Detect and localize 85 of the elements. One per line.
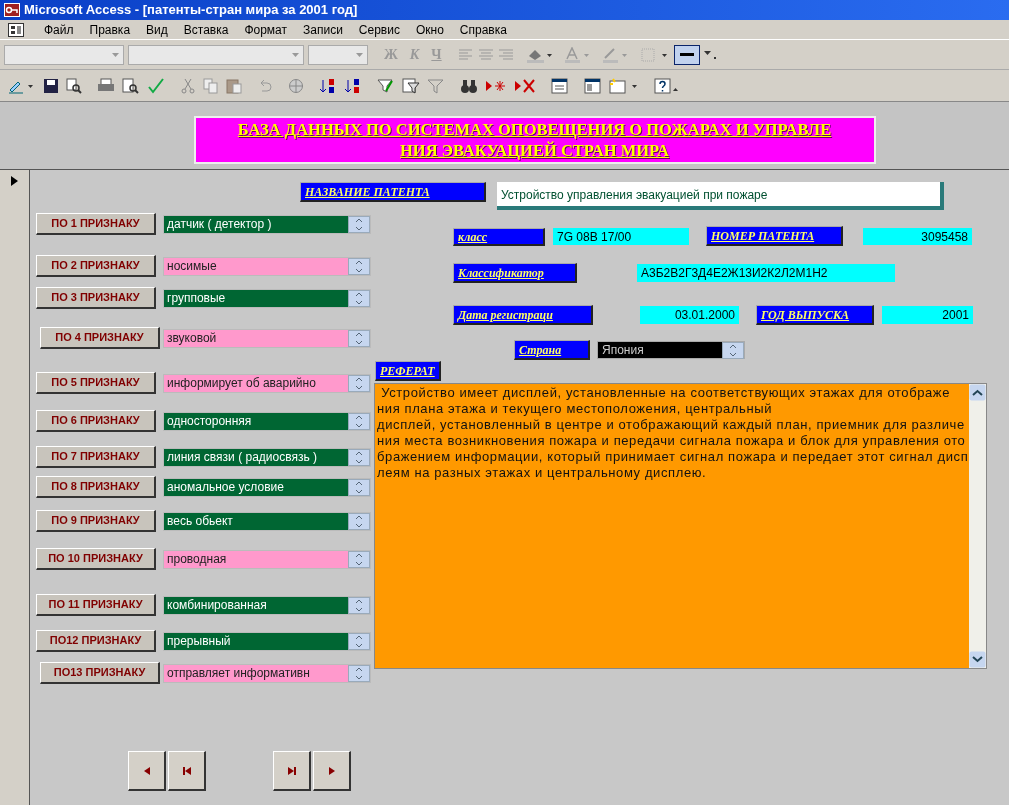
criterion-dropdown[interactable]: датчик ( детектор ) bbox=[163, 215, 371, 234]
field-label: Классификатор bbox=[453, 263, 577, 283]
criterion-dropdown[interactable]: прерывный bbox=[163, 632, 371, 651]
criterion-dropdown[interactable]: весь обьект bbox=[163, 512, 371, 531]
field-label: РЕФЕРАТ bbox=[375, 361, 441, 381]
menu-item[interactable]: Вставка bbox=[175, 20, 237, 39]
class-field[interactable]: 7G 08B 17/00 bbox=[553, 228, 689, 245]
scroll-up-icon[interactable] bbox=[969, 384, 986, 401]
line-style-button[interactable] bbox=[673, 44, 700, 65]
form-title: БАЗА ДАННЫХ ПО СИСТЕМАХ ОПОВЕЩЕНИЯ О ПОЖАРАХ И УПРАВЛЕ НИЯ ЭВАКУАЦИЕЙ СТРАН МИРА bbox=[193, 116, 876, 164]
sort-descending-icon[interactable] bbox=[344, 77, 362, 94]
patent-name-field[interactable]: Устройство управления эвакуацией при пожаре bbox=[497, 182, 944, 210]
criterion-dropdown[interactable]: звуковой bbox=[163, 329, 371, 348]
criterion-button[interactable]: ПО 9 ПРИЗНАКУ bbox=[36, 510, 156, 532]
filter-icon[interactable] bbox=[427, 77, 445, 94]
navigation-button[interactable] bbox=[313, 751, 351, 791]
navigation-button[interactable] bbox=[168, 751, 206, 791]
line-color-icon[interactable] bbox=[601, 46, 628, 63]
field-label: Страна bbox=[514, 340, 590, 360]
scrollbar[interactable] bbox=[969, 384, 986, 668]
classifier-field[interactable]: А3Б2В2Г3Д4Е2Ж13И2К2Л2М1Н2 bbox=[637, 264, 895, 282]
window-title: Microsoft Access - [патенты-стран мира за 2001 год] bbox=[24, 1, 358, 20]
menu-item[interactable]: Вид bbox=[138, 20, 176, 39]
criterion-button[interactable]: ПО13 ПРИЗНАКУ bbox=[40, 662, 160, 684]
criterion-dropdown[interactable]: носимые bbox=[163, 257, 371, 276]
criterion-button[interactable]: ПО 5 ПРИЗНАКУ bbox=[36, 372, 156, 394]
criterion-button[interactable]: ПО 8 ПРИЗНАКУ bbox=[36, 476, 156, 498]
criterion-dropdown[interactable]: односторонняя bbox=[163, 412, 371, 431]
field-label: класс bbox=[453, 228, 545, 246]
form-icon[interactable] bbox=[8, 22, 24, 37]
criterion-dropdown[interactable]: групповые bbox=[163, 289, 371, 308]
help-icon[interactable] bbox=[654, 77, 680, 94]
menu-item[interactable]: Справка bbox=[451, 20, 515, 39]
criterion-button[interactable]: ПО 11 ПРИЗНАКУ bbox=[36, 594, 156, 616]
caret-icon[interactable] bbox=[703, 50, 718, 59]
field-label: НАЗВАНИЕ ПАТЕНТА bbox=[300, 182, 486, 202]
country-dropdown[interactable]: Япония bbox=[597, 341, 745, 359]
menu-item[interactable]: Правка bbox=[81, 20, 139, 39]
menu-item[interactable]: Файл bbox=[36, 20, 82, 39]
filter-by-form-icon[interactable] bbox=[402, 77, 420, 94]
abstract-field[interactable]: Устройство имеет дисплей, установленные на соответствующих этажах для отображе ния плана этажа и текущего местоположения, центральный дисплей, установленный в центре и отображающий каждый план, приемник для различе ния места возникновения пожара и передачи сигнала пожара и блок для управления ото бражением информации, который принимает сигнал пожара и передает этот сигнал дисп леям на разных этажах и центральному дисплею. bbox=[374, 383, 987, 669]
menu-item[interactable]: Сервис bbox=[350, 20, 408, 39]
print-icon[interactable] bbox=[97, 77, 115, 94]
scroll-down-icon[interactable] bbox=[969, 651, 986, 668]
criterion-button[interactable]: ПО 1 ПРИЗНАКУ bbox=[36, 213, 156, 235]
paste-icon[interactable] bbox=[226, 77, 242, 94]
criterion-dropdown[interactable]: аномальное условие bbox=[163, 478, 371, 497]
navigation-button[interactable] bbox=[273, 751, 311, 791]
menu-item[interactable]: Окно bbox=[407, 20, 452, 39]
save-icon[interactable] bbox=[43, 77, 59, 94]
binoculars-icon[interactable] bbox=[460, 77, 478, 94]
caret-icon bbox=[292, 52, 299, 57]
criterion-dropdown[interactable]: информирует об аварийно bbox=[163, 374, 371, 393]
registration-date-field[interactable]: 03.01.2000 bbox=[640, 306, 739, 324]
caret-icon bbox=[356, 52, 363, 57]
criterion-dropdown[interactable]: отправляет информативн bbox=[163, 664, 371, 683]
current-record-icon bbox=[11, 176, 18, 186]
menu-item[interactable]: Формат bbox=[236, 20, 296, 39]
field-label: Дата регистраци bbox=[453, 305, 593, 325]
filter-by-selection-icon[interactable] bbox=[377, 77, 395, 94]
sort-ascending-icon[interactable] bbox=[319, 77, 337, 94]
print-preview-icon[interactable] bbox=[122, 77, 140, 94]
caret-icon bbox=[112, 52, 119, 57]
field-label: НОМЕР ПАТЕНТА bbox=[706, 226, 843, 246]
criterion-button[interactable]: ПО12 ПРИЗНАКУ bbox=[36, 630, 156, 652]
criterion-dropdown[interactable]: линия связи ( радиосвязь ) bbox=[163, 448, 371, 467]
font-color-icon[interactable] bbox=[563, 46, 590, 63]
criterion-button[interactable]: ПО 7 ПРИЗНАКУ bbox=[36, 446, 156, 468]
criterion-dropdown[interactable]: комбинированная bbox=[163, 596, 371, 615]
key-icon bbox=[4, 3, 20, 17]
properties-icon[interactable] bbox=[551, 77, 569, 94]
criterion-button[interactable]: ПО 3 ПРИЗНАКУ bbox=[36, 287, 156, 309]
criterion-button[interactable]: ПО 4 ПРИЗНАКУ bbox=[40, 327, 160, 349]
criterion-button[interactable]: ПО 10 ПРИЗНАКУ bbox=[36, 548, 156, 570]
issue-year-field[interactable]: 2001 bbox=[882, 306, 973, 324]
criterion-dropdown[interactable]: проводная bbox=[163, 550, 371, 569]
criterion-button[interactable]: ПО 6 ПРИЗНАКУ bbox=[36, 410, 156, 432]
criterion-button[interactable]: ПО 2 ПРИЗНАКУ bbox=[36, 255, 156, 277]
database-window-icon[interactable] bbox=[584, 77, 602, 94]
delete-record-icon[interactable] bbox=[514, 77, 536, 94]
menu-item[interactable]: Записи bbox=[295, 20, 351, 39]
field-label: ГОД ВЫПУСКА bbox=[756, 305, 874, 325]
patent-number-field[interactable]: 3095458 bbox=[863, 228, 972, 245]
search-icon[interactable] bbox=[66, 77, 82, 94]
navigation-button[interactable] bbox=[128, 751, 166, 791]
